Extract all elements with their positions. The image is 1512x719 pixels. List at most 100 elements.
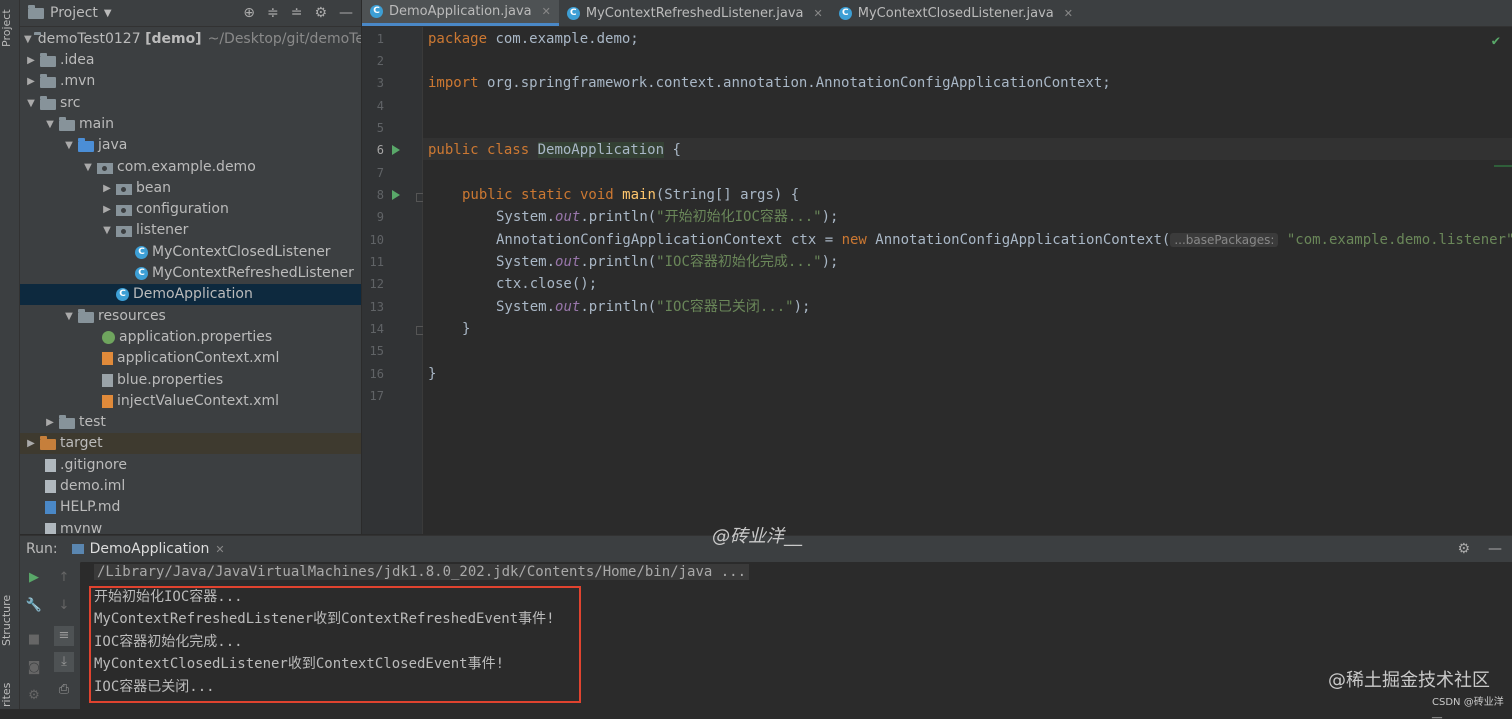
tree-item-package[interactable]: ▼ com.example.demo <box>20 157 361 178</box>
stop-icon[interactable]: ■ <box>24 630 44 650</box>
package-icon <box>116 205 132 216</box>
tree-item-blue-properties[interactable]: blue.properties <box>20 370 361 391</box>
arrow-down-icon[interactable]: ↓ <box>54 596 74 616</box>
chevron-right-icon[interactable]: ▶ <box>100 199 114 220</box>
tree-item-listener[interactable]: ▼ listener <box>20 220 361 241</box>
tab-demo-application[interactable]: C DemoApplication.java ✕ <box>362 0 559 26</box>
close-icon[interactable]: ✕ <box>215 543 224 556</box>
arrow-up-icon[interactable]: ↑ <box>54 568 74 588</box>
watermark-center: @砖业洋__ <box>712 526 802 547</box>
line-number: 5 <box>376 121 384 135</box>
check-icon[interactable]: ✔ <box>1492 33 1500 49</box>
tree-item-src[interactable]: ▼ src <box>20 93 361 114</box>
gear-icon[interactable]: ⚙ <box>314 5 327 21</box>
tree-item-test[interactable]: ▶ test <box>20 412 361 433</box>
line-number: 8 <box>376 188 384 202</box>
tree-item-main[interactable]: ▼ main <box>20 114 361 135</box>
code-line-9: System.out.println("开始初始化IOC容器..."); <box>496 209 839 225</box>
chevron-right-icon[interactable]: ▶ <box>24 433 38 454</box>
project-title: Project <box>50 5 98 21</box>
minimize-icon[interactable]: — <box>1488 541 1502 557</box>
code-editor[interactable]: package com.example.demo; import org.spr… <box>423 27 1512 534</box>
chevron-down-icon[interactable]: ▼ <box>62 135 76 156</box>
camera-icon[interactable]: ◙ <box>24 658 44 678</box>
chevron-down-icon[interactable]: ▼ <box>24 93 38 114</box>
run-tab-demo-application[interactable]: DemoApplication ✕ <box>71 541 225 557</box>
java-class-icon: C <box>135 246 148 259</box>
chevron-down-icon[interactable]: ▼ <box>100 220 114 241</box>
tree-item-idea[interactable]: ▶ .idea <box>20 50 361 71</box>
tree-item-mvnw[interactable]: mvnw <box>20 519 361 534</box>
run-class-icon[interactable] <box>392 145 400 155</box>
project-tree: ▼ demoTest0127 [demo] ~/Desktop/git/demoT… <box>20 27 361 534</box>
line-number: 10 <box>369 233 384 247</box>
gear-icon[interactable]: ⚙ <box>1457 541 1470 557</box>
folder-icon <box>59 117 75 131</box>
close-icon[interactable]: ✕ <box>814 7 823 20</box>
tree-item-target[interactable]: ▶ target <box>20 433 361 454</box>
tab-refreshed-listener[interactable]: C MyContextRefreshedListener.java ✕ <box>559 0 831 26</box>
locate-icon[interactable]: ⊕ <box>243 5 255 21</box>
close-icon[interactable]: ✕ <box>1064 7 1073 20</box>
tree-item-closed-listener[interactable]: C MyContextClosedListener <box>20 242 361 263</box>
code-line-6: public class DemoApplication { <box>428 142 681 158</box>
chevron-down-icon[interactable]: ▼ <box>62 306 76 327</box>
tree-item-demo-iml[interactable]: demo.iml <box>20 476 361 497</box>
file-icon <box>45 459 56 472</box>
tree-item-refreshed-listener[interactable]: C MyContextRefreshedListener <box>20 263 361 284</box>
run-toolbar: ▶ ↑ 🔧 ↓ ■ ≡ ◙ ⤓ ⚙ ⎙ <box>20 562 80 709</box>
tree-item-root[interactable]: ▼ demoTest0127 [demo] ~/Desktop/git/demoT… <box>20 29 361 50</box>
tree-item-bean[interactable]: ▶ bean <box>20 178 361 199</box>
close-icon[interactable]: ✕ <box>542 5 551 18</box>
code-line-13: System.out.println("IOC容器已关闭..."); <box>496 299 811 315</box>
tab-closed-listener[interactable]: C MyContextClosedListener.java ✕ <box>831 0 1081 26</box>
run-main-icon[interactable] <box>392 190 400 200</box>
folder-icon <box>28 4 44 19</box>
markdown-file-icon <box>45 501 56 514</box>
line-number: 12 <box>369 277 384 291</box>
collapse-all-icon[interactable]: ≐ <box>291 5 303 21</box>
exit-icon[interactable]: ⚙ <box>24 686 44 706</box>
java-class-icon: C <box>566 6 580 20</box>
scroll-to-end-icon[interactable]: ⤓ <box>54 652 74 672</box>
minimize-icon[interactable]: — <box>339 5 353 21</box>
chevron-right-icon[interactable]: ▶ <box>43 412 57 433</box>
tree-item-application-context-xml[interactable]: applicationContext.xml <box>20 348 361 369</box>
wrench-icon[interactable]: 🔧 <box>24 596 44 616</box>
structure-tool-tab[interactable]: Structure <box>0 590 19 650</box>
chevron-right-icon[interactable]: ▶ <box>24 50 38 71</box>
tree-item-application-properties[interactable]: application.properties <box>20 327 361 348</box>
chevron-down-icon[interactable]: ▼ <box>81 157 95 178</box>
parameter-hint: ...basePackages: <box>1170 233 1279 247</box>
tree-item-resources[interactable]: ▼ resources <box>20 306 361 327</box>
tree-item-java[interactable]: ▼ java <box>20 135 361 156</box>
chevron-right-icon[interactable]: ▶ <box>100 178 114 199</box>
expand-all-icon[interactable]: ≑ <box>267 5 279 21</box>
project-panel-header: Project ▼ ⊕ ≑ ≐ ⚙ — <box>20 0 361 27</box>
line-number: 14 <box>369 322 384 336</box>
chevron-down-icon[interactable]: ▼ <box>24 29 32 50</box>
chevron-right-icon[interactable]: ▶ <box>24 71 38 92</box>
line-number: 1 <box>376 32 384 46</box>
project-view-selector[interactable]: Project ▼ <box>28 4 112 21</box>
java-class-icon: C <box>838 6 852 20</box>
tree-item-mvn[interactable]: ▶ .mvn <box>20 71 361 92</box>
watermark-corner: CSDN @砖业洋__ <box>1432 697 1504 719</box>
tree-item-inject-value-xml[interactable]: injectValueContext.xml <box>20 391 361 412</box>
code-line-8: public static void main(String[] args) { <box>462 187 800 203</box>
print-icon[interactable]: ⎙ <box>54 680 74 700</box>
line-number: 11 <box>369 255 384 269</box>
tree-item-help-md[interactable]: HELP.md <box>20 497 361 518</box>
code-line-16: } <box>428 366 437 382</box>
tree-item-gitignore[interactable]: .gitignore <box>20 455 361 476</box>
favorites-tool-tab[interactable]: rites <box>0 682 19 708</box>
project-tool-tab[interactable]: Project <box>0 6 19 50</box>
code-line-11: System.out.println("IOC容器初始化完成..."); <box>496 254 839 270</box>
tree-item-demo-application[interactable]: C DemoApplication <box>20 284 361 305</box>
tree-item-configuration[interactable]: ▶ configuration <box>20 199 361 220</box>
package-icon <box>116 184 132 195</box>
soft-wrap-icon[interactable]: ≡ <box>54 626 74 646</box>
console-output[interactable]: /Library/Java/JavaVirtualMachines/jdk1.8… <box>81 562 1512 709</box>
rerun-icon[interactable]: ▶ <box>24 568 44 588</box>
chevron-down-icon[interactable]: ▼ <box>43 114 57 135</box>
